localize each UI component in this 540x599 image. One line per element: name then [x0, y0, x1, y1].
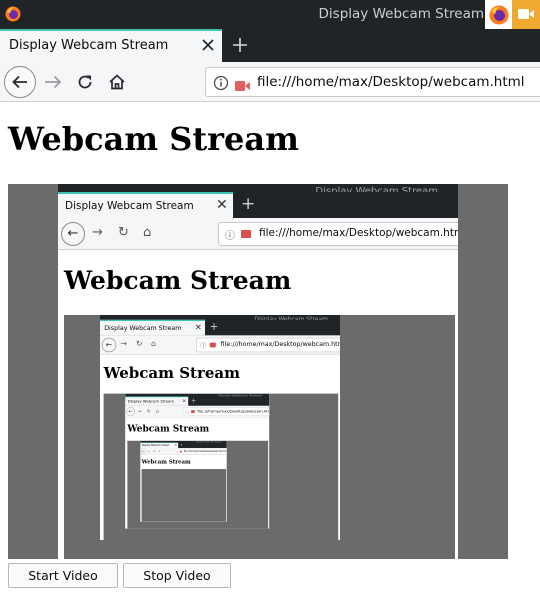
video-frame-tabs: Display Webcam Stream ✕ +	[125, 396, 270, 406]
video-frame-navbar: ← → ↻ ⌂ ⓘ file:///home/max/Desktop/webca…	[100, 335, 340, 355]
tab-webcam[interactable]: Display Webcam Stream	[0, 29, 222, 62]
video-frame-heading: Webcam Stream	[141, 458, 191, 465]
video-frame-tabs: Display Webcam Stream ✕ +	[100, 319, 340, 336]
video-frame-tab-title: Display Webcam Stream	[141, 444, 170, 447]
video-frame: Display Webcam Stream Display Webcam Str…	[100, 315, 340, 540]
video-frame-home-icon: ⌂	[158, 449, 161, 453]
video-frame-reload-icon: ↻	[136, 339, 143, 349]
video-frame-forward-icon: →	[137, 408, 142, 414]
video-frame-home-icon: ⌂	[151, 339, 156, 349]
video-frame-heading: Webcam Stream	[64, 266, 292, 295]
video-frame-tabs: Display Webcam Stream ✕ +	[58, 192, 458, 218]
nav-bar: file:///home/max/Desktop/webcam.html	[0, 62, 540, 102]
video-frame-back-icon: ←	[61, 222, 85, 246]
video-frame-inner-video: Display Webcam Stream Display Webcam Str…	[64, 315, 455, 559]
tab-title: Display Webcam Stream	[9, 38, 169, 53]
video-frame-url: file:///home/max/Desktop/webcam.html	[197, 409, 270, 414]
video-frame-reload-icon: ↻	[153, 449, 156, 453]
video-frame-info-icon: ⓘ	[200, 343, 207, 350]
video-frame-forward-icon: →	[92, 225, 103, 240]
video-frame-info-icon: ⓘ	[225, 231, 235, 242]
video-frame-navbar: ← → ↻ ⌂ ⓘ file:///home/max/Desktop/webca…	[140, 448, 227, 456]
video-frame-plus-icon: +	[191, 397, 197, 405]
video-frame-camera-icon	[179, 450, 183, 453]
video-frame-plus-icon: +	[209, 321, 219, 333]
video-frame-urlbar: ⓘ file:///home/max/Desktop/webcam.html	[218, 222, 458, 246]
tab-strip: Display Webcam Stream	[0, 29, 540, 62]
video-frame-urlbar: ⓘ file:///home/max/Desktop/webcam.html	[196, 337, 340, 353]
video-frame-tab: Display Webcam Stream ✕	[100, 319, 205, 336]
video-frame-forward-icon: →	[120, 339, 127, 349]
home-icon[interactable]	[106, 71, 128, 93]
video-frame-tab-title: Display Webcam Stream	[65, 200, 194, 212]
url-bar[interactable]: file:///home/max/Desktop/webcam.html	[205, 67, 540, 97]
video-frame-camera-icon	[241, 230, 251, 238]
video-frame-navbar: ← → ↻ ⌂ ⓘ file:///home/max/Desktop/webca…	[125, 405, 270, 418]
video-frame-home-icon: ⌂	[143, 225, 152, 240]
video-frame-tab: Display Webcam Stream ✕	[125, 396, 189, 406]
video-frame-camera-icon	[191, 410, 195, 414]
video-frame-info-icon: ⓘ	[185, 410, 189, 415]
video-frame: Display Webcam Stream Display Webcam Str…	[125, 393, 270, 529]
video-frame-tab-title: Display Webcam Stream	[127, 399, 175, 404]
webcam-active-icon[interactable]	[512, 0, 540, 29]
video-frame-info-icon: ⓘ	[176, 450, 179, 454]
video-frame-camera-icon	[209, 342, 216, 348]
video-frame-reload-icon: ↻	[118, 225, 129, 240]
back-button[interactable]	[4, 66, 36, 98]
video-frame: Display Webcam Stream Display Webcam Str…	[140, 440, 227, 522]
video-frame-url: file:///home/max/Desktop/webcam.html	[220, 340, 340, 348]
video-frame-back-icon: ←	[101, 337, 117, 353]
video-frame-close-icon: ✕	[182, 398, 187, 405]
video-frame-close-icon: ✕	[216, 197, 228, 213]
start-video-button[interactable]: Start Video	[8, 563, 118, 588]
video-frame-urlbar: ⓘ file:///home/max/Desktop/webcam.html	[182, 407, 270, 416]
video-frame-close-icon: ✕	[174, 443, 177, 448]
video-frame-inner-video	[141, 469, 227, 522]
video-frame-url: file:///home/max/Desktop/webcam.html	[259, 227, 458, 239]
window-titlebar: Display Webcam Stream	[0, 0, 540, 29]
video-frame-tab: Display Webcam Stream ✕	[58, 192, 233, 218]
info-icon[interactable]	[213, 75, 229, 95]
video-frame-back-icon: ←	[126, 407, 135, 416]
back-arrow-icon	[12, 75, 27, 89]
tray-firefox-icon[interactable]	[485, 0, 512, 29]
reload-icon[interactable]	[74, 71, 96, 93]
video-frame: Display Webcam Stream Display Webcam Str…	[58, 184, 458, 559]
stop-video-button[interactable]: Stop Video	[123, 563, 231, 588]
url-text[interactable]: file:///home/max/Desktop/webcam.html	[257, 74, 525, 90]
webcam-video: Display Webcam Stream Display Webcam Str…	[8, 184, 508, 559]
video-frame-back-icon: ←	[140, 448, 147, 455]
video-frame-inner-video: Display Webcam Stream Display Webcam Str…	[103, 393, 339, 540]
video-frame-reload-icon: ↻	[146, 408, 151, 414]
video-frame-heading: Webcam Stream	[127, 423, 210, 434]
video-frame-forward-icon: →	[147, 449, 151, 453]
video-frame-plus-icon: +	[179, 442, 183, 448]
video-frame-plus-icon: +	[241, 194, 256, 214]
video-frame-navbar: ← → ↻ ⌂ ⓘ file:///home/max/Desktop/webca…	[58, 218, 458, 250]
video-frame-close-icon: ✕	[194, 322, 202, 333]
video-frame-heading: Webcam Stream	[103, 364, 241, 382]
firefox-icon[interactable]	[5, 6, 21, 22]
video-frame-tab-title: Display Webcam Stream	[104, 324, 182, 332]
video-frame-urlbar: ⓘ file:///home/max/Desktop/webcam.html	[174, 448, 227, 455]
video-frame-home-icon: ⌂	[155, 408, 159, 414]
video-frame-inner-video: Display Webcam Stream Display Webcam Str…	[127, 440, 269, 529]
page-title: Webcam Stream	[8, 120, 299, 158]
video-frame-url: file:///home/max/Desktop/webcam.html	[183, 450, 227, 453]
camera-permission-icon[interactable]	[235, 77, 251, 96]
forward-arrow-icon[interactable]	[42, 71, 64, 93]
plus-icon[interactable]	[229, 34, 251, 56]
window-title: Display Webcam Stream	[318, 6, 484, 22]
close-icon[interactable]	[199, 36, 217, 54]
